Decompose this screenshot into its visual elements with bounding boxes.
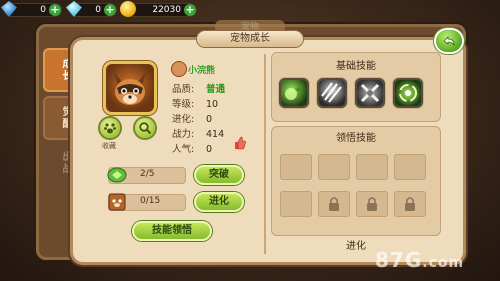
skill-slot-1[interactable] [281, 80, 307, 106]
collect-button[interactable] [100, 118, 120, 138]
stat-label: 人气: [172, 144, 195, 155]
panel-title: 宠物成长 [197, 31, 303, 47]
cross-strike-icon [360, 83, 380, 103]
comprehend-slot[interactable] [280, 191, 312, 217]
add-gold-button[interactable]: + [184, 4, 196, 16]
resource-gold: 22030 + [120, 1, 197, 17]
tab-growth[interactable]: 成长 [43, 48, 73, 92]
watermark-suffix: .com [422, 255, 465, 271]
locked-slot[interactable] [318, 191, 350, 217]
lock-icon [329, 197, 339, 211]
add-gem-button[interactable]: + [49, 4, 61, 16]
locked-slot[interactable] [356, 191, 388, 217]
stat-label: 等级: [172, 99, 195, 110]
stat-quality: 品质: 普通 [172, 81, 225, 95]
green-gem-icon [107, 167, 127, 183]
basic-skills-title: 基础技能 [336, 61, 376, 72]
evolve-button[interactable]: 进化 [194, 192, 244, 212]
locked-slot[interactable] [394, 191, 426, 217]
watermark: 87G.com [375, 248, 464, 272]
skill-comprehend-button[interactable]: 技能领悟 [132, 221, 212, 241]
add-crystal-button[interactable]: + [104, 4, 116, 16]
breakthrough-button[interactable]: 突破 [194, 165, 244, 185]
stat-value: 0 [206, 114, 213, 125]
stat-value: 10 [206, 99, 219, 110]
collect-label: 收藏 [102, 142, 116, 150]
inspect-button[interactable] [135, 118, 155, 138]
paw-icon [104, 123, 116, 134]
stat-label: 进化: [172, 114, 195, 125]
evolve-progress: 0/15 [108, 193, 186, 211]
stat-level: 等级: 10 [172, 96, 218, 110]
stat-popularity: 人气: 0 [172, 141, 212, 155]
gold-coin-icon [120, 1, 136, 17]
cyan-gem-icon [66, 1, 82, 17]
evolve-count: 0/15 [140, 196, 161, 206]
stat-value: 普通 [206, 84, 226, 95]
resource-bar: 0 + 0 + 22030 + [0, 0, 200, 20]
comprehend-slot[interactable] [394, 154, 426, 180]
skill-slot-3[interactable] [357, 80, 383, 106]
lock-icon [405, 197, 415, 211]
resource-crystal: 0 + [66, 1, 117, 17]
comprehend-slot[interactable] [318, 154, 350, 180]
blue-gem-icon [1, 1, 17, 17]
green-vortex-icon [399, 84, 417, 102]
breakthrough-progress: 2/5 [107, 167, 186, 184]
resource-gem: 0 + [1, 1, 62, 17]
comprehend-slot[interactable] [356, 154, 388, 180]
pet-name: 小浣熊 [188, 66, 216, 76]
watermark-main: 87G [375, 248, 423, 272]
back-button[interactable] [436, 30, 462, 52]
lock-icon [367, 197, 377, 211]
green-blast-icon [285, 84, 303, 100]
panel-divider [264, 54, 266, 254]
claw-slash-icon [321, 82, 342, 103]
gem-count: 0 [40, 5, 46, 15]
stat-evolution: 进化: 0 [172, 111, 212, 125]
gold-count: 22030 [152, 5, 181, 15]
tab-battle[interactable]: 出战 [43, 143, 73, 183]
stat-label: 品质: [172, 84, 195, 95]
stat-value: 414 [206, 129, 225, 140]
comprehend-skills-title: 领悟技能 [336, 133, 376, 144]
crystal-count: 0 [95, 5, 101, 15]
like-icon[interactable] [233, 136, 247, 150]
tab-awaken[interactable]: 觉醒 [43, 96, 73, 140]
stat-power: 战力: 414 [172, 126, 224, 140]
pet-type-icon [172, 62, 186, 76]
stat-label: 战力: [172, 129, 195, 140]
skill-slot-2[interactable] [319, 80, 345, 106]
back-arrow-icon [443, 36, 455, 47]
skill-slot-4[interactable] [395, 80, 421, 106]
breakthrough-count: 2/5 [140, 169, 155, 179]
pet-fragment-icon [108, 193, 126, 211]
comprehend-slot[interactable] [280, 154, 312, 180]
pet-portrait [106, 64, 154, 112]
stat-value: 0 [206, 144, 213, 155]
magnifier-icon [139, 122, 152, 135]
